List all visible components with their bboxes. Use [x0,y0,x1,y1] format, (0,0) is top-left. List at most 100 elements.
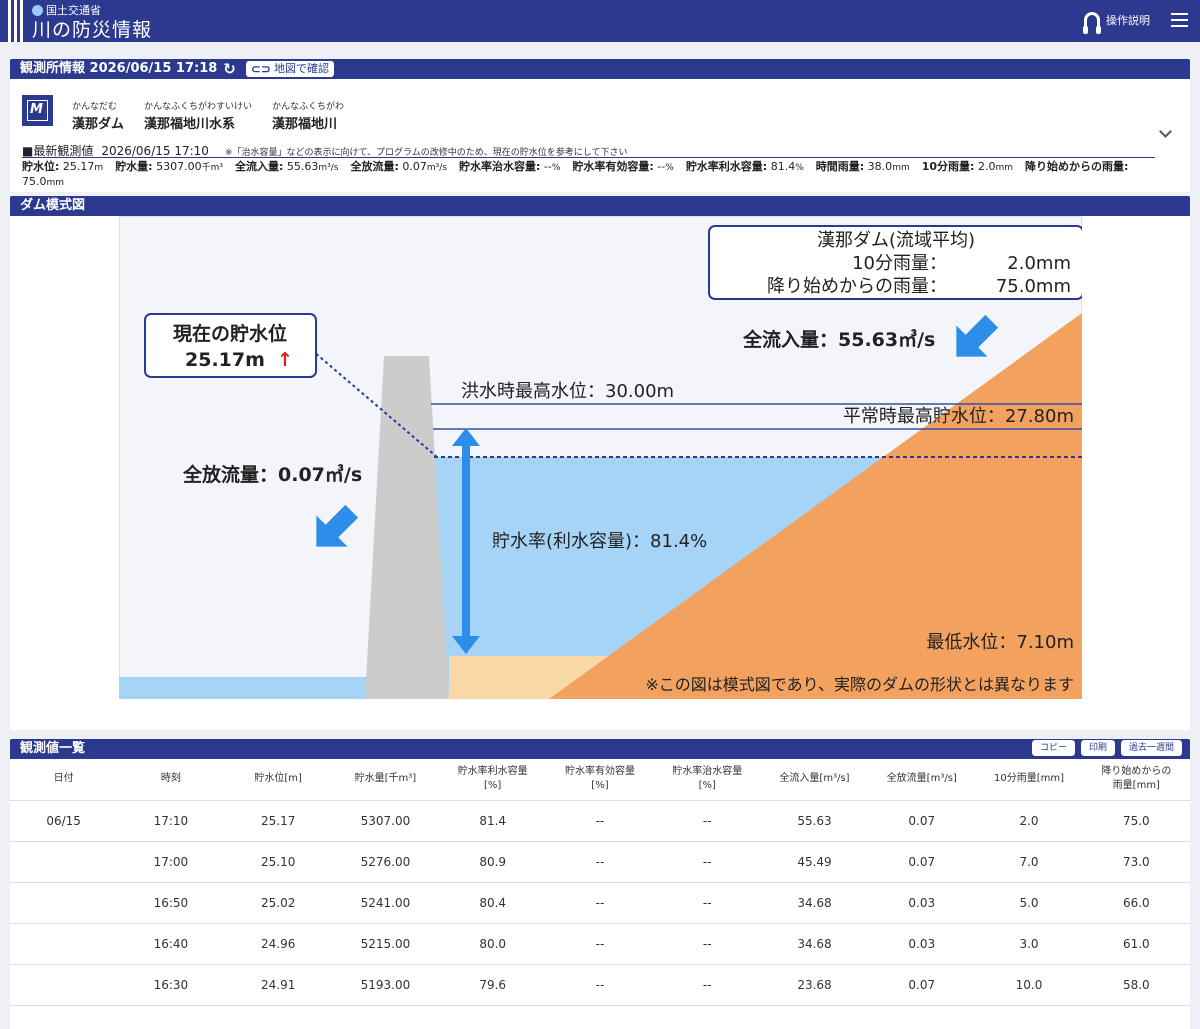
table-cell: -- [653,841,761,883]
refresh-icon[interactable]: ↻ [223,59,236,79]
dam-diagram: 漢那ダム(流域平均) 10分雨量： 2.0mm 降り始めからの雨量： 75.0m… [119,216,1082,699]
obs-value: 5307.00 [152,160,202,173]
rain-total-label: 降り始めからの雨量： [767,276,947,297]
table-cell: 23.68 [760,964,869,1006]
obs-label: 降り始めからの雨量: [1025,160,1129,173]
table-cell: -- [546,964,654,1006]
table-cell: 80.9 [439,841,547,883]
table-header-row: 日付 時刻 貯水位[m] 貯水量[千m³] 貯水率利水容量 [%] 貯水率有効容量 [%] 貯水… [10,759,1190,801]
help-label: 操作説明 [1106,14,1150,27]
site-title[interactable]: 川の防災情報 [32,15,152,42]
obs-item: 貯水率利水容量: 81.4% [686,160,804,173]
table-cell [10,964,118,1006]
table-cell: 3.0 [975,923,1083,965]
table-cell: 58.0 [1082,964,1190,1006]
obs-value: -- [540,160,552,173]
table-cell [1082,1005,1190,1029]
table-cell: 17:10 [117,800,225,842]
table-cell: 0.07 [868,800,976,842]
obs-label: 全放流量: [350,160,399,173]
rain-box-title: 漢那ダム(流域平均) [817,230,975,251]
rain-10min-value: 2.0mm [1007,253,1071,274]
column-header: 時刻 [117,759,225,801]
dam-name: かんなだむ 漢那ダム [72,102,125,132]
table-cell [224,1005,332,1029]
table-cell [868,1005,976,1029]
table-cell: 80.0 [439,923,547,965]
obs-label: 貯水率利水容量: [685,160,768,173]
obs-unit: % [551,163,561,173]
column-header: 貯水位[m] [224,759,332,801]
table-cell: 10.0 [975,964,1083,1006]
obs-value: 55.63 [283,160,319,173]
station-names: かんなだむ 漢那ダム かんなふくちがわすいけい 漢那福地川水系 かんなふくちがわ 漢那… [72,99,344,132]
table-cell [117,1005,225,1029]
table-cell: 5215.00 [331,923,440,965]
table-row: 06/15 17:10 25.17 5307.00 81.4 -- -- 55.63 0.07 2… [10,800,1190,842]
table-cell: 0.03 [868,882,976,924]
column-header: 貯水率有効容量 [%] [546,759,654,801]
table-cell: 5241.00 [331,882,440,924]
table-cell: 25.02 [224,882,332,924]
current-level-title: 現在の貯水位 [173,322,287,345]
table-row [10,1005,1190,1029]
table-cell: 25.17 [224,800,332,842]
table-cell [10,1005,118,1029]
table-cell: 73.0 [1082,841,1190,883]
table-cell: 24.91 [224,964,332,1006]
table-cell: 5.0 [975,882,1083,924]
disclaimer-text: ※この図は模式図であり、実際のダムの形状とは異なります [645,675,1074,694]
dam-diagram-body: 漢那ダム(流域平均) 10分雨量： 2.0mm 降り始めからの雨量： 75.0m… [10,216,1190,730]
obs-label: 貯水位: [22,160,60,173]
table-cell: -- [653,964,761,1006]
table-cell: 0.07 [868,841,976,883]
table-actions: コピー 印刷 過去一週間 [1030,739,1184,757]
table-cell [10,841,118,883]
river-name: かんなふくちがわ 漢那福地川 [272,102,345,132]
table-cell: 7.0 [975,841,1083,883]
table-cell [10,923,118,965]
table-cell: 2.0 [975,800,1083,842]
table-row: 16:30 24.91 5193.00 79.6 -- -- 23.68 0.07 10.0 58… [10,964,1190,1006]
table-cell: 5276.00 [331,841,440,883]
obs-value: 2.0 [974,160,996,173]
observation-table-body: 日付 時刻 貯水位[m] 貯水量[千m³] 貯水率利水容量 [%] 貯水率有効容量 [%] 貯水… [10,759,1190,1029]
top-bar: 国土交通省 川の防災情報 操作説明 [0,0,1200,42]
map-button[interactable]: ⊂⊃ 地図で確認 [245,61,334,77]
table-cell: 61.0 [1082,923,1190,965]
obs-unit: mm [995,163,1013,173]
column-header: 全流入量[m³/s] [760,759,869,801]
obs-item: 貯水位: 25.17m [22,160,103,173]
past-week-button[interactable]: 過去一週間 [1119,739,1184,757]
obs-value: 25.17 [59,160,95,173]
brand-stripes [8,0,23,42]
current-level-value: 25.17m [185,349,265,371]
table-cell: 16:30 [117,964,225,1006]
print-button[interactable]: 印刷 [1079,739,1116,757]
obs-unit: m³/s [426,163,447,173]
table-cell [546,1005,654,1029]
table-cell: 16:40 [117,923,225,965]
obs-unit: mm [892,163,910,173]
table-cell: 0.07 [868,964,976,1006]
obs-label: 時間雨量: [815,160,865,173]
chevron-down-icon[interactable] [1159,125,1172,138]
table-cell: 06/15 [10,800,118,842]
rain-10min-label: 10分雨量： [852,253,947,274]
help-button[interactable]: 操作説明 [1083,12,1150,34]
column-header: 貯水率治水容量 [%] [653,759,761,801]
normal-max-level-label: 平常時最高貯水位：27.80m [843,406,1074,427]
table-cell [10,882,118,924]
table-cell: 79.6 [439,964,547,1006]
hamburger-menu-icon[interactable] [1171,13,1188,27]
obs-unit: % [795,163,804,173]
inflow-label: 全流入量：55.63㎥/s [742,328,935,351]
obs-item: 10分雨量: 2.0mm [922,160,1013,173]
obs-item: 貯水率治水容量: --% [459,160,560,173]
copy-button[interactable]: コピー [1030,739,1076,757]
table-cell [760,1005,869,1029]
level-rising-arrow-icon: ↑ [277,349,293,371]
obs-value: 0.07 [398,160,427,173]
obs-item: 全放流量: 0.07m³/s [350,160,447,173]
table-cell: 45.49 [760,841,869,883]
